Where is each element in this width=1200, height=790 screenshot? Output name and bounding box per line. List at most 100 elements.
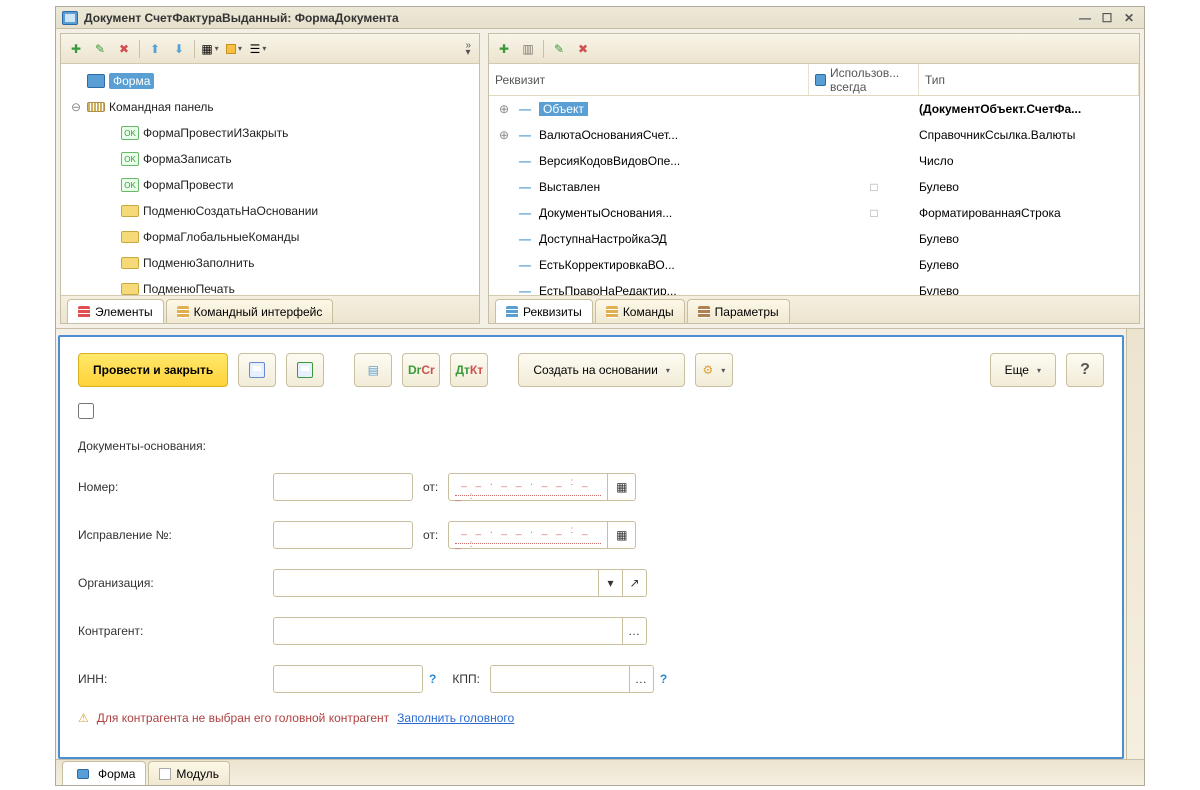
kpp-input[interactable]	[490, 665, 630, 693]
correction-label: Исправление №:	[78, 528, 273, 542]
bottom-tabs: ФормаМодуль	[56, 759, 1144, 785]
inn-input[interactable]	[273, 665, 423, 693]
tree-item[interactable]: OKФормаПровести	[61, 172, 479, 198]
attr-row[interactable]: —ВерсияКодовВидовОпе...Число	[489, 148, 1139, 174]
tab-Элементы[interactable]: Элементы	[67, 299, 164, 323]
kpp-help[interactable]: ?	[660, 672, 667, 686]
org-open[interactable]: ↗	[623, 569, 647, 597]
add-icon[interactable]: ✚	[65, 38, 87, 60]
kontr-choose[interactable]: …	[623, 617, 647, 645]
down-icon[interactable]: ⬇	[168, 38, 190, 60]
warning-row: ⚠ Для контрагента не выбран его головной…	[78, 711, 1104, 725]
left-tabs: ЭлементыКомандный интерфейс	[61, 295, 479, 323]
attributes-panel: ✚ ▥ ✎ ✖ Реквизит Использов... всегда Тип…	[488, 33, 1140, 324]
post-icon	[297, 362, 313, 378]
close-button[interactable]: ✕	[1120, 10, 1138, 26]
columns-icon[interactable]: ▥	[517, 38, 539, 60]
elements-tree[interactable]: Форма⊖Командная панельOKФормаПровестиИЗа…	[61, 64, 479, 295]
tree-item[interactable]: ⊖Командная панель	[61, 94, 479, 120]
org-dropdown[interactable]: ▾	[599, 569, 623, 597]
warning-icon: ⚠	[78, 711, 89, 725]
list-icon[interactable]: ☰▾	[247, 38, 269, 60]
dtkt-button[interactable]: ДтКт	[450, 353, 488, 387]
layout-icon[interactable]: ▦▾	[199, 38, 221, 60]
up-icon[interactable]: ⬆	[144, 38, 166, 60]
color-icon[interactable]: ▾	[223, 38, 245, 60]
provest-close-button[interactable]: Провести и закрыть	[78, 353, 228, 387]
col-type[interactable]: Тип	[919, 64, 1139, 95]
separator	[139, 40, 140, 58]
edit-attr-icon[interactable]: ✎	[548, 38, 570, 60]
tree-item[interactable]: Форма	[61, 68, 479, 94]
from-label-2: от:	[423, 528, 438, 542]
separator	[543, 40, 544, 58]
attr-row[interactable]: —ДоступнаНастройкаЭДБулево	[489, 226, 1139, 252]
attr-row[interactable]: —Выставлен□Булево	[489, 174, 1139, 200]
maximize-button[interactable]: ☐	[1098, 10, 1116, 26]
attr-row[interactable]: ⊕—ВалютаОснованияСчет...СправочникСсылка…	[489, 122, 1139, 148]
minimize-button[interactable]: —	[1076, 10, 1094, 26]
checkbox-unknown[interactable]	[78, 403, 94, 419]
edit-icon[interactable]: ✎	[89, 38, 111, 60]
right-toolbar: ✚ ▥ ✎ ✖	[489, 34, 1139, 64]
tab-Командный интерфейс[interactable]: Командный интерфейс	[166, 299, 334, 323]
calendar-button-1[interactable]: ▦	[608, 473, 636, 501]
window: Документ СчетФактураВыданный: ФормаДокум…	[55, 6, 1145, 786]
attr-row[interactable]: ⊕—Объект(ДокументОбъект.СчетФа...	[489, 96, 1139, 122]
top-split: ✚ ✎ ✖ ⬆ ⬇ ▦▾ ▾ ☰▾ »▾ Форма⊖Командная пан…	[56, 29, 1144, 329]
attr-row[interactable]: —ЕстьПравоНаРедактир...Булево	[489, 278, 1139, 295]
window-title: Документ СчетФактураВыданный: ФормаДокум…	[84, 11, 1072, 25]
tab-Параметры[interactable]: Параметры	[687, 299, 790, 323]
bottom-tab-Модуль[interactable]: Модуль	[148, 761, 230, 785]
separator	[194, 40, 195, 58]
org-label: Организация:	[78, 576, 273, 590]
edo-button[interactable]: ⚙▾	[695, 353, 733, 387]
tree-item[interactable]: OKФормаЗаписать	[61, 146, 479, 172]
tree-item[interactable]: ПодменюСоздатьНаОсновании	[61, 198, 479, 224]
attr-grid[interactable]: ⊕—Объект(ДокументОбъект.СчетФа...⊕—Валют…	[489, 96, 1139, 295]
attr-row[interactable]: —ДокументыОснования...□ФорматированнаяСт…	[489, 200, 1139, 226]
preview-area: Провести и закрыть ▤ DrCr ДтКт Создать н…	[56, 329, 1144, 759]
preview-toolbar: Провести и закрыть ▤ DrCr ДтКт Создать н…	[78, 353, 1104, 387]
number-input[interactable]	[273, 473, 413, 501]
tab-Реквизиты[interactable]: Реквизиты	[495, 299, 593, 323]
save-button[interactable]	[238, 353, 276, 387]
tree-item[interactable]: ПодменюПечать	[61, 276, 479, 295]
number-label: Номер:	[78, 480, 273, 494]
tab-Команды[interactable]: Команды	[595, 299, 685, 323]
date-input-2[interactable]: _ _ . _ _ . _ _ : _ _ :	[448, 521, 608, 549]
tree-item[interactable]: ФормаГлобальныеКоманды	[61, 224, 479, 250]
drcr-button[interactable]: DrCr	[402, 353, 440, 387]
tree-item[interactable]: OKФормаПровестиИЗакрыть	[61, 120, 479, 146]
bottom-tab-Форма[interactable]: Форма	[62, 761, 146, 785]
more-button[interactable]: Еще ▾	[990, 353, 1056, 387]
struct-button[interactable]: ▤	[354, 353, 392, 387]
form-preview: Провести и закрыть ▤ DrCr ДтКт Создать н…	[58, 335, 1124, 759]
inn-help[interactable]: ?	[429, 672, 436, 686]
kontr-input[interactable]	[273, 617, 623, 645]
overflow-icon[interactable]: »▾	[465, 42, 475, 56]
kpp-choose[interactable]: …	[630, 665, 654, 693]
left-toolbar: ✚ ✎ ✖ ⬆ ⬇ ▦▾ ▾ ☰▾ »▾	[61, 34, 479, 64]
provest-button[interactable]	[286, 353, 324, 387]
date-input-1[interactable]: _ _ . _ _ . _ _ : _ _ :	[448, 473, 608, 501]
attr-row[interactable]: —ЕстьКорректировкаВО...Булево	[489, 252, 1139, 278]
delete-attr-icon[interactable]: ✖	[572, 38, 594, 60]
tree-item[interactable]: ПодменюЗаполнить	[61, 250, 479, 276]
org-input[interactable]	[273, 569, 599, 597]
col-use[interactable]: Использов... всегда	[809, 64, 919, 95]
correction-input[interactable]	[273, 521, 413, 549]
inn-label: ИНН:	[78, 672, 273, 686]
delete-icon[interactable]: ✖	[113, 38, 135, 60]
kpp-label: КПП:	[452, 672, 480, 686]
help-button[interactable]: ?	[1066, 353, 1104, 387]
elements-panel: ✚ ✎ ✖ ⬆ ⬇ ▦▾ ▾ ☰▾ »▾ Форма⊖Командная пан…	[60, 33, 480, 324]
add-attr-icon[interactable]: ✚	[493, 38, 515, 60]
create-based-button[interactable]: Создать на основании ▾	[518, 353, 685, 387]
vertical-scrollbar[interactable]	[1126, 329, 1144, 759]
calendar-button-2[interactable]: ▦	[608, 521, 636, 549]
col-name[interactable]: Реквизит	[489, 64, 809, 95]
titlebar: Документ СчетФактураВыданный: ФормаДокум…	[56, 7, 1144, 29]
fill-parent-link[interactable]: Заполнить головного	[397, 711, 514, 725]
form-icon	[62, 11, 78, 25]
